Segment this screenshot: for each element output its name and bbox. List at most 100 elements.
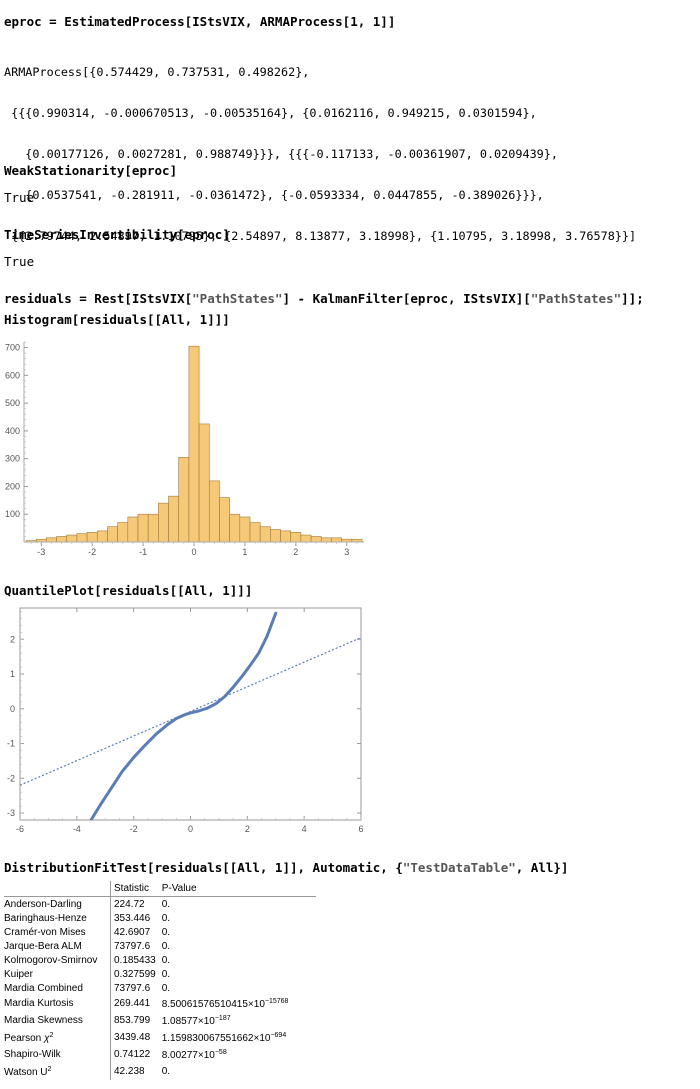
x-tick-label: -6 [16, 824, 24, 834]
histogram-bar [127, 516, 139, 543]
row-stat: 0.327599 [114, 968, 156, 980]
row-stat: 0.185433 [114, 954, 156, 966]
x-tick-label: 4 [302, 824, 307, 834]
histogram-bar [239, 516, 251, 543]
table-row: Kuiper 0.327599 0. [4, 967, 316, 981]
row-p: 8.00277×10−58 [161, 1048, 227, 1061]
row-name: Shapiro-Wilk [4, 1046, 111, 1063]
table-row: Mardia Combined 73797.6 0. [4, 981, 316, 995]
table-row: Mardia Skewness 853.799 1.08577×10−187 [4, 1012, 316, 1029]
x-tick-label: 3 [344, 547, 349, 557]
row-stat: 853.799 [114, 1015, 151, 1026]
row-name: Pearson χ2 [4, 1029, 111, 1046]
row-p: 0. [161, 940, 171, 952]
row-stat: 353.446 [114, 912, 151, 924]
histogram-chart: -3 -2 -1 0 1 2 3 100 200 300 400 500 600 700 [5, 341, 364, 557]
histogram-bar [178, 456, 190, 543]
histogram-bar [107, 526, 118, 543]
row-p: 1.15983006755166​2×10−694 [161, 1031, 287, 1044]
histogram-bar [331, 537, 342, 543]
row-stat: 269.441 [114, 998, 151, 1009]
input-invertibility[interactable]: TimeSeriesInvertibility[eproc] [4, 227, 230, 243]
histogram-bar [117, 522, 129, 543]
histogram-bar [270, 529, 281, 543]
row-name: Kuiper [4, 967, 111, 981]
table-row: Shapiro-Wilk 0.74122 8.00277×10−58 [4, 1046, 316, 1063]
row-stat: 0.74122 [114, 1049, 151, 1060]
arma-line-4: {0.0537541, -0.281911, -0.0361472}, {-0.… [4, 187, 544, 202]
row-p: 0. [161, 898, 171, 910]
arma-line-2: {{{0.990314, -0.000670513, -0.00535164},… [4, 105, 537, 120]
y-tick-label: 500 [5, 398, 20, 408]
histogram-bar [229, 513, 241, 543]
histogram-bar [310, 536, 322, 543]
row-p: 0. [161, 912, 171, 924]
histogram-bar [219, 497, 230, 543]
row-name: Baringhaus-Henze [4, 911, 111, 925]
header-spacer [199, 881, 316, 897]
input-quantile-plot[interactable]: QuantilePlot[residuals[[All, 1]]] [4, 583, 252, 599]
table-row: Pearson χ2 3439.48 1.15983006755166​2×10−6… [4, 1029, 316, 1046]
x-tick-label: -2 [130, 824, 138, 834]
histogram-bar [147, 513, 159, 543]
input-eproc[interactable]: eproc = EstimatedProcess[IStsVIX, ARMAPr… [4, 14, 395, 30]
row-stat: 224.72 [114, 898, 145, 910]
row-p: 0. [161, 982, 171, 994]
y-tick-label: 0 [10, 704, 15, 714]
y-tick-label: 1 [10, 669, 15, 679]
x-tick-label: -2 [88, 547, 96, 557]
row-name: Watson U2 [4, 1063, 111, 1080]
y-tick-label: 300 [5, 454, 20, 464]
row-p: 8.50061576510415×10−15768 [161, 997, 289, 1010]
row-p: 0. [161, 1066, 171, 1077]
table-row: Jarque-Bera ALM 73797.6 0. [4, 939, 316, 953]
input-distribution-fit-test[interactable]: DistributionFitTest[residuals[[All, 1]],… [4, 860, 568, 876]
histogram-bar [137, 513, 149, 543]
histogram-bar [46, 537, 57, 543]
histogram-bar [158, 502, 169, 543]
x-tick-label: 6 [358, 824, 363, 834]
arma-line-3: {0.00177126, 0.0027281, 0.988749}}}, {{{… [4, 146, 558, 161]
row-stat: 73797.6 [114, 982, 151, 994]
x-tick-label: 2 [245, 824, 250, 834]
input-histogram[interactable]: Histogram[residuals[[All, 1]]] [4, 312, 230, 328]
y-tick-label: 400 [5, 426, 20, 436]
row-p: 0. [161, 954, 171, 966]
table-row: Kolmogorov-Smirnov 0.185433 0. [4, 953, 316, 967]
y-tick-label: 700 [5, 343, 20, 353]
row-stat: 3439.48 [114, 1032, 151, 1043]
x-tick-label: -4 [73, 824, 81, 834]
row-p: 0. [161, 968, 171, 980]
x-tick-label: 0 [188, 824, 193, 834]
y-tick-label: 200 [5, 481, 20, 491]
output-invertibility: True [4, 254, 35, 269]
table-corner [4, 881, 111, 897]
histogram-bar [168, 495, 180, 543]
y-tick-label: -1 [7, 739, 15, 749]
x-tick-label: -3 [37, 547, 45, 557]
y-tick-label: 2 [10, 634, 15, 644]
histogram-bar [290, 531, 302, 543]
table-row: Baringhaus-Henze 353.446 0. [4, 911, 316, 925]
row-name: Kolmogorov-Smirnov [4, 953, 111, 967]
row-name: Mardia Skewness [4, 1012, 111, 1029]
quantile-points [89, 611, 278, 820]
row-name: Cramér-von Mises [4, 925, 111, 939]
x-tick-label: 1 [242, 547, 247, 557]
header-statistic: Statistic [110, 881, 159, 897]
row-stat: 42.238 [114, 1066, 145, 1077]
table-row: Mardia Kurtosis 269.441 8.50061576510415×1… [4, 995, 316, 1012]
row-name: Mardia Kurtosis [4, 995, 111, 1012]
input-residuals[interactable]: residuals = Rest[IStsVIX["PathStates"] -… [4, 291, 644, 307]
input-weak-stationarity[interactable]: WeakStationarity[eproc] [4, 163, 177, 179]
histogram-bar [86, 531, 98, 543]
quantile-plot-chart: -6 -4 -2 0 2 4 6 2 1 0 -1 -2 -3 [7, 607, 364, 834]
table-row: Watson U2 42.238 0. [4, 1063, 316, 1080]
histogram-bar [300, 534, 312, 543]
row-name: Anderson-Darling [4, 896, 111, 911]
histogram-bar [198, 423, 210, 543]
row-name: Jarque-Bera ALM [4, 939, 111, 953]
histogram-bar [259, 526, 271, 543]
histogram-bar [56, 536, 68, 543]
y-tick-label: -2 [7, 773, 15, 783]
